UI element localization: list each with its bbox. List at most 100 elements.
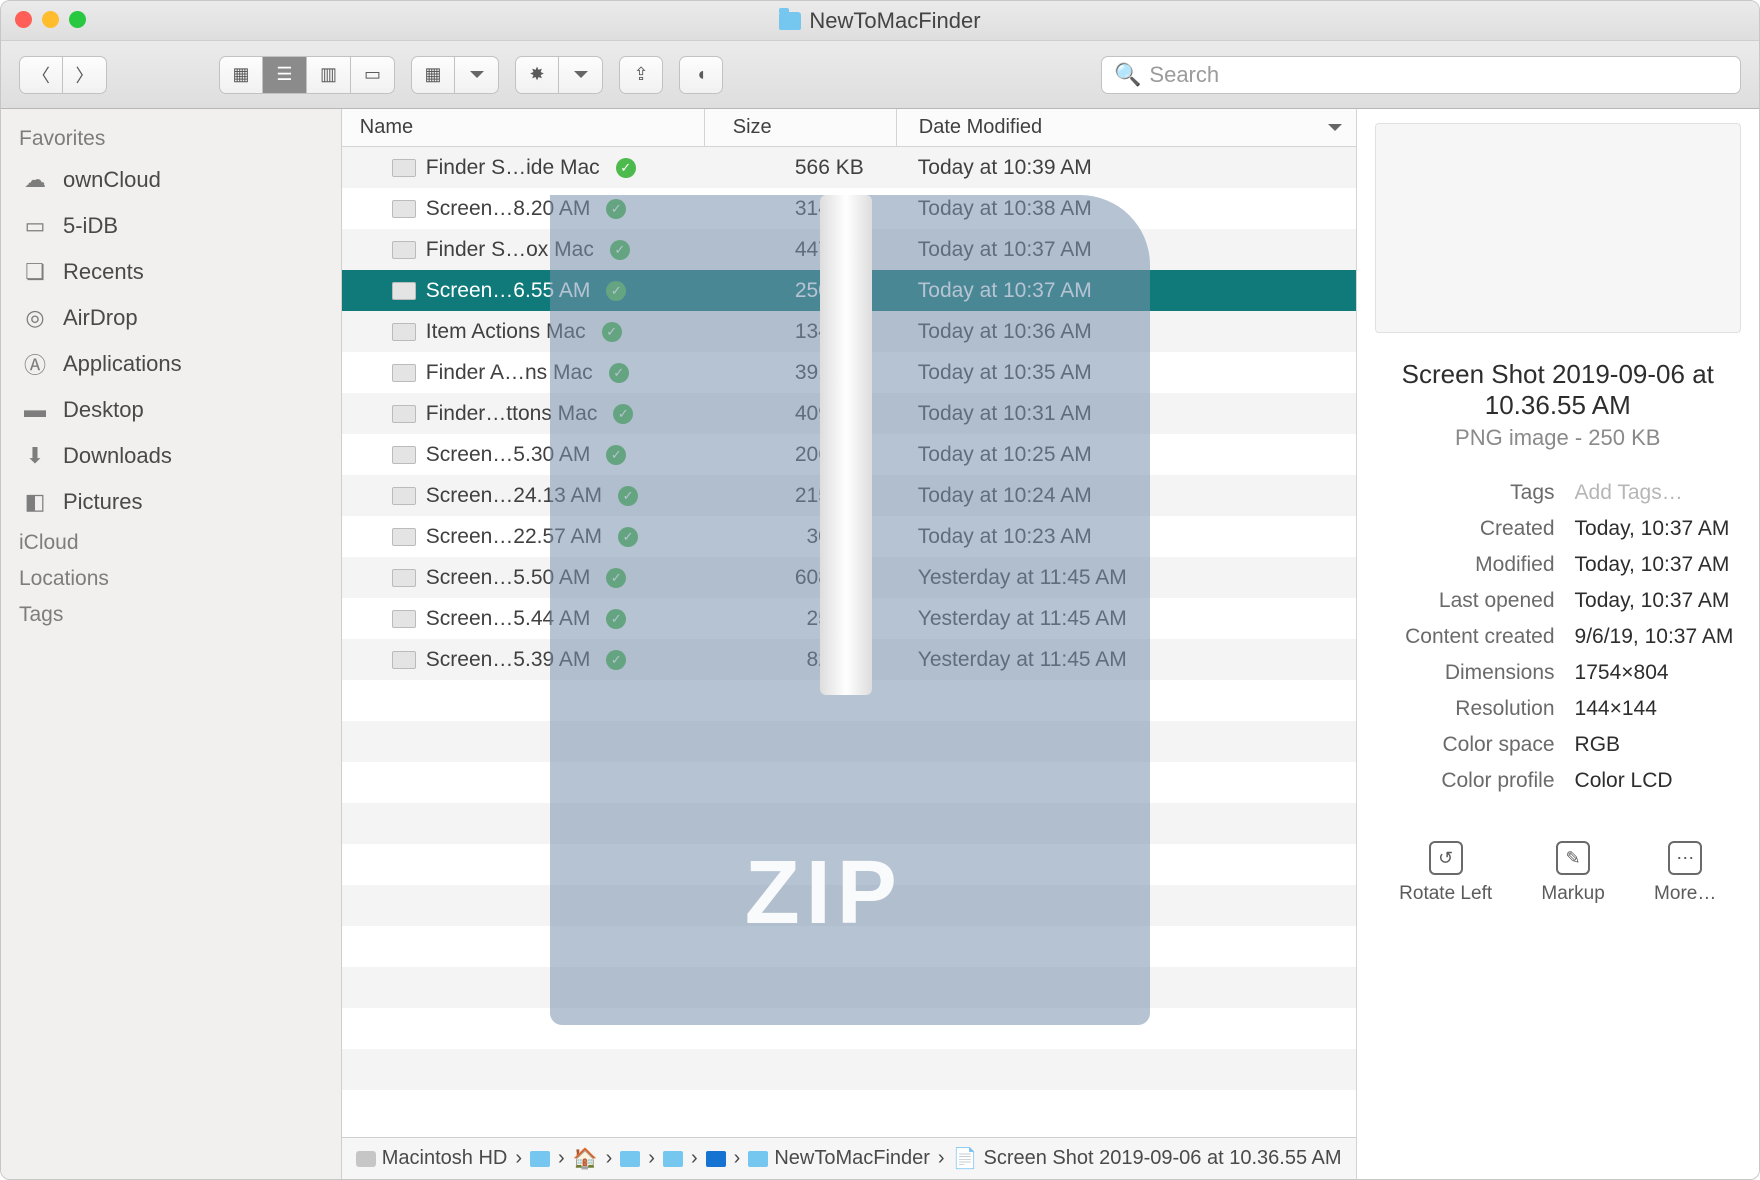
column-date[interactable]: Date Modified (896, 109, 1356, 146)
sidebar-item-icon: ▭ (21, 215, 49, 237)
sidebar-item[interactable]: ▭5-iDB (1, 203, 341, 249)
forward-button[interactable]: 〉 (63, 56, 107, 94)
file-row[interactable]: Screen…6.55 AM✓250 KBToday at 10:37 AM (342, 270, 1356, 311)
file-size: 409 KB (704, 402, 896, 426)
file-row[interactable]: Finder S…ox Mac✓447 KBToday at 10:37 AM (342, 229, 1356, 270)
tool-icon: ↺ (1429, 841, 1463, 875)
toolbar: 〈 〉 ▦ ☰ ▥ ▭ ▦ ✸ ⇪ ◖ 🔍 Search (1, 41, 1759, 109)
file-size: 447 KB (704, 238, 896, 262)
file-size: 82 KB (704, 648, 896, 672)
sidebar-item[interactable]: ⬇Downloads (1, 433, 341, 479)
sync-check-icon: ✓ (606, 609, 626, 629)
file-icon (392, 405, 416, 423)
empty-row (342, 721, 1356, 762)
file-icon (392, 364, 416, 382)
column-view-button[interactable]: ▥ (307, 56, 351, 94)
sidebar-item-label: ownCloud (63, 167, 161, 193)
sync-check-icon: ✓ (613, 404, 633, 424)
sidebar-item-icon: ❏ (21, 261, 49, 283)
path-segment[interactable] (706, 1151, 726, 1167)
preview-title: Screen Shot 2019-09-06 at 10.36.55 AM (1375, 359, 1741, 421)
file-row[interactable]: Finder…ttons Mac✓409 KBToday at 10:31 AM (342, 393, 1356, 434)
preview-subtitle: PNG image - 250 KB (1375, 425, 1741, 451)
sidebar-item[interactable]: ⒶApplications (1, 341, 341, 387)
file-name: Screen…5.39 AM (426, 648, 591, 672)
tag-button[interactable]: ◖ (679, 56, 723, 94)
group-by-button[interactable]: ▦ (411, 56, 499, 94)
sidebar-item[interactable]: ◎AirDrop (1, 295, 341, 341)
path-segment[interactable] (530, 1151, 550, 1167)
file-row[interactable]: Screen…5.44 AM✓25 KBYesterday at 11:45 A… (342, 598, 1356, 639)
file-row[interactable]: Screen…5.50 AM✓608 KBYesterday at 11:45 … (342, 557, 1356, 598)
file-date: Yesterday at 11:45 AM (896, 566, 1356, 590)
path-segment[interactable]: 🏠 (573, 1146, 598, 1171)
sync-check-icon: ✓ (618, 486, 638, 506)
preview-metadata-row: ModifiedToday, 10:37 AM (1375, 547, 1741, 583)
file-date: Today at 10:24 AM (896, 484, 1356, 508)
column-name[interactable]: Name (342, 116, 704, 139)
file-size: 250 KB (704, 279, 896, 303)
preview-tags[interactable]: Tags Add Tags… (1375, 475, 1741, 511)
preview-tool[interactable]: ⋯More… (1654, 841, 1716, 905)
icon-view-button[interactable]: ▦ (219, 56, 263, 94)
path-segment[interactable]: Macintosh HD (356, 1147, 508, 1170)
path-segment[interactable] (620, 1151, 640, 1167)
path-label: Screen Shot 2019-09-06 at 10.36.55 AM (984, 1147, 1342, 1170)
preview-metadata-row: Content created9/6/19, 10:37 AM (1375, 619, 1741, 655)
preview-tool[interactable]: ✎Markup (1541, 841, 1604, 905)
column-size[interactable]: Size (704, 109, 896, 146)
path-icon (620, 1151, 640, 1167)
path-segment[interactable] (663, 1151, 683, 1167)
share-button[interactable]: ⇪ (619, 56, 663, 94)
sidebar-item-icon: Ⓐ (21, 353, 49, 375)
gallery-view-button[interactable]: ▭ (351, 56, 395, 94)
file-row[interactable]: Finder S…ide Mac✓566 KBToday at 10:39 AM (342, 147, 1356, 188)
file-date: Yesterday at 11:45 AM (896, 607, 1356, 631)
file-row[interactable]: Item Actions Mac✓134 KBToday at 10:36 AM (342, 311, 1356, 352)
sidebar-item[interactable]: ❏ Recents (1, 249, 341, 295)
traffic-lights (15, 11, 86, 28)
file-date: Today at 10:25 AM (896, 443, 1356, 467)
file-icon (392, 651, 416, 669)
file-row[interactable]: Screen…22.57 AM✓30 KBToday at 10:23 AM (342, 516, 1356, 557)
maximize-icon[interactable] (69, 11, 86, 28)
search-icon: 🔍 (1114, 62, 1141, 88)
file-row[interactable]: Screen…8.20 AM✓314 KBToday at 10:38 AM (342, 188, 1356, 229)
file-size: 608 KB (704, 566, 896, 590)
sync-check-icon: ✓ (606, 281, 626, 301)
file-size: 566 KB (704, 156, 896, 180)
sync-check-icon: ✓ (606, 199, 626, 219)
sync-check-icon: ✓ (602, 322, 622, 342)
sync-check-icon: ✓ (606, 568, 626, 588)
file-row[interactable]: Finder A…ns Mac✓391 KBToday at 10:35 AM (342, 352, 1356, 393)
minimize-icon[interactable] (42, 11, 59, 28)
sidebar-item[interactable]: ▬Desktop (1, 387, 341, 433)
action-button[interactable]: ✸ (515, 56, 603, 94)
path-separator: › (938, 1147, 945, 1170)
empty-row (342, 680, 1356, 721)
path-segment[interactable]: 📄Screen Shot 2019-09-06 at 10.36.55 AM (953, 1146, 1342, 1171)
preview-tool[interactable]: ↺Rotate Left (1399, 841, 1492, 905)
back-button[interactable]: 〈 (19, 56, 63, 94)
file-size: 206 KB (704, 443, 896, 467)
search-field[interactable]: 🔍 Search (1101, 56, 1741, 94)
path-segment[interactable]: NewToMacFinder (748, 1147, 930, 1170)
sidebar-item-label: Recents (63, 259, 144, 285)
window-title: NewToMacFinder (779, 8, 980, 34)
file-date: Today at 10:35 AM (896, 361, 1356, 385)
file-icon (392, 323, 416, 341)
file-row[interactable]: Screen…5.30 AM✓206 KBToday at 10:25 AM (342, 434, 1356, 475)
file-row[interactable]: Screen…24.13 AM✓215 KBToday at 10:24 AM (342, 475, 1356, 516)
close-icon[interactable] (15, 11, 32, 28)
sidebar-item-icon: ◎ (21, 307, 49, 329)
sidebar-item[interactable]: ☁ownCloud (1, 157, 341, 203)
preview-metadata-row: Last openedToday, 10:37 AM (1375, 583, 1741, 619)
sidebar-item-icon: ◧ (21, 491, 49, 513)
file-name: Screen…24.13 AM (426, 484, 602, 508)
file-row[interactable]: Screen…5.39 AM✓82 KBYesterday at 11:45 A… (342, 639, 1356, 680)
list-view-button[interactable]: ☰ (263, 56, 307, 94)
sidebar-item[interactable]: ◧Pictures (1, 479, 341, 525)
file-name: Screen…8.20 AM (426, 197, 591, 221)
sidebar-item-icon: ▬ (21, 399, 49, 421)
preview-pane: Screen Shot 2019-09-06 at 10.36.55 AM PN… (1356, 109, 1759, 1179)
